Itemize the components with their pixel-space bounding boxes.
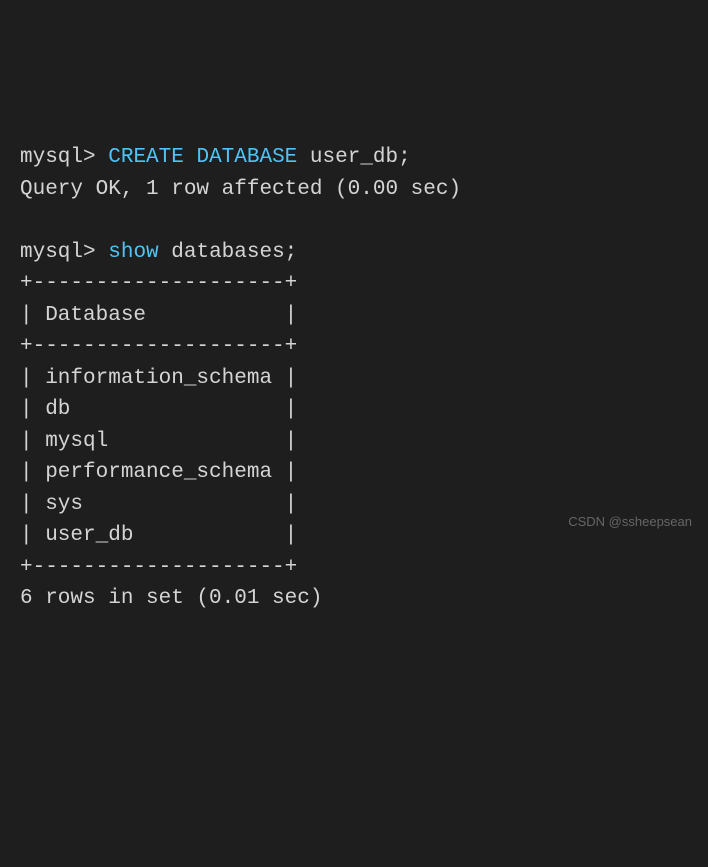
table-border-bottom: +--------------------+ [20,552,688,584]
table-row: | performance_schema | [20,457,688,489]
sql-arg-dbname: user_db; [310,146,411,169]
command-line-2: mysql> show databases; [20,237,688,269]
blank-line [20,205,688,237]
command-line-1: mysql> CREATE DATABASE user_db; [20,142,688,174]
sql-arg-databases: databases; [171,241,297,264]
result-summary: 6 rows in set (0.01 sec) [20,583,688,615]
table-header: | Database | [20,300,688,332]
query-response: Query OK, 1 row affected (0.00 sec) [20,174,688,206]
table-row: | information_schema | [20,363,688,395]
sql-keyword-show: show [108,241,158,264]
table-row: | db | [20,394,688,426]
mysql-prompt: mysql> [20,241,96,264]
mysql-prompt: mysql> [20,146,96,169]
sql-keyword-database: DATABASE [196,146,297,169]
sql-keyword-create: CREATE [108,146,184,169]
table-border-mid: +--------------------+ [20,331,688,363]
table-row: | mysql | [20,426,688,458]
table-border-top: +--------------------+ [20,268,688,300]
watermark-text: CSDN @ssheepsean [568,512,692,532]
